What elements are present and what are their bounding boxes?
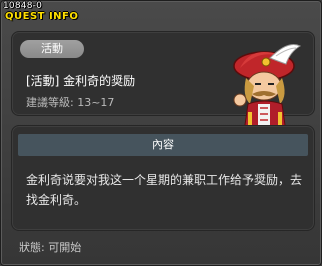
window-title: QUEST INFO <box>5 11 79 22</box>
quest-id: 10848-0 <box>3 1 43 11</box>
npc-portrait-icon <box>233 44 302 133</box>
quest-status: 狀態: 可開始 <box>19 239 81 255</box>
content-panel: 內容 金利奇说要对我这一个星期的兼职工作给予奨励，去找金利奇。 <box>11 125 315 231</box>
content-header: 內容 <box>18 134 308 156</box>
category-badge: 活動 <box>20 40 84 58</box>
quest-description: 金利奇说要对我这一个星期的兼职工作给予奨励，去找金利奇。 <box>26 173 303 207</box>
recommended-level: 建議等級: 13~17 <box>26 94 114 110</box>
status-label: 狀態: <box>19 241 45 254</box>
level-range: 13~17 <box>77 96 115 109</box>
status-value: 可開始 <box>48 241 82 254</box>
quest-header-panel: 活動 [活動] 金利奇的奨励 建議等級: 13~17 <box>11 31 315 133</box>
quest-name: [活動] 金利奇的奨励 <box>26 74 136 88</box>
level-label: 建議等級: <box>26 96 74 109</box>
quest-info-window: 10848-0 QUEST INFO 活動 [活動] 金利奇的奨励 建議等級: … <box>0 0 322 266</box>
